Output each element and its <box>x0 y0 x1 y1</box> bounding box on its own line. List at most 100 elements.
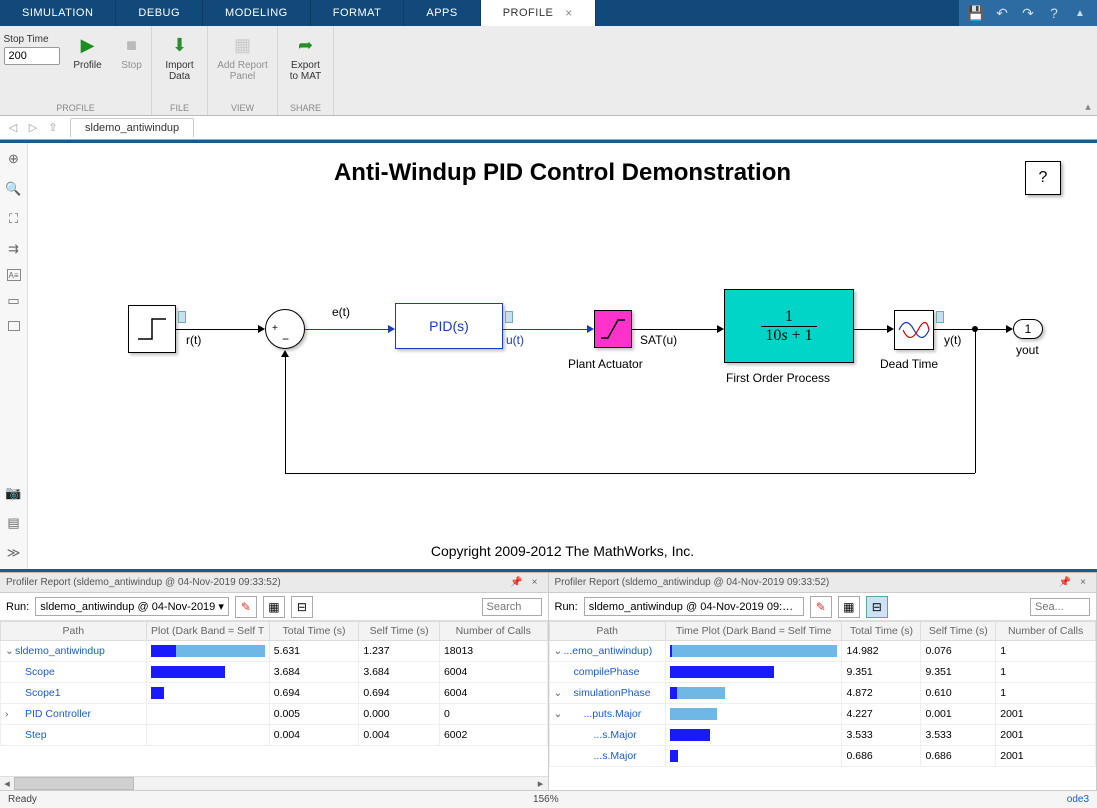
col-self[interactable]: Self Time (s) <box>359 622 440 641</box>
profiler-right-pane: Profiler Report (sldemo_antiwindup @ 04-… <box>549 573 1097 790</box>
import-data-button[interactable]: ⬇ Import Data <box>158 30 202 84</box>
table-row[interactable]: ⌄...emo_antiwindup)14.9820.0761 <box>549 641 1096 662</box>
profile-button[interactable]: ▶ Profile <box>66 30 110 73</box>
search-input[interactable] <box>482 598 542 616</box>
profiler-table-left[interactable]: Path Plot (Dark Band = Self T Total Time… <box>0 621 548 746</box>
status-solver[interactable]: ode3 <box>1067 794 1089 805</box>
model-tab[interactable]: sldemo_antiwindup <box>70 118 194 137</box>
col-calls[interactable]: Number of Calls <box>439 622 547 641</box>
sum-block[interactable]: + − <box>265 309 305 349</box>
delete-run-button[interactable]: ✎ <box>235 596 257 618</box>
dead-time-label: Dead Time <box>880 357 938 371</box>
close-icon[interactable]: × <box>1076 576 1090 590</box>
pid-block[interactable]: PID(s) <box>395 303 503 349</box>
nav-up-icon[interactable]: ⇧ <box>44 119 62 137</box>
port-marker <box>505 311 513 323</box>
table-row[interactable]: Step0.0040.0046002 <box>1 725 548 746</box>
zoom-icon[interactable]: 🔍 <box>4 179 24 199</box>
table-row[interactable]: ...s.Major3.5333.5332001 <box>549 725 1096 746</box>
tree-view-button[interactable]: ⊟ <box>291 596 313 618</box>
table-row[interactable]: ›PID Controller0.0050.0000 <box>1 704 548 725</box>
close-icon[interactable]: × <box>565 6 573 20</box>
minimize-ribbon-icon[interactable]: ▲ <box>1069 2 1091 24</box>
import-icon: ⬇ <box>167 32 193 58</box>
close-icon[interactable]: × <box>528 576 542 590</box>
expand-icon[interactable]: ≫ <box>4 543 24 563</box>
stop-time-label: Stop Time <box>4 34 60 45</box>
highlight-model-button[interactable]: ▦ <box>263 596 285 618</box>
col-total[interactable]: Total Time (s) <box>269 622 359 641</box>
annotation-icon[interactable]: A≡ <box>7 269 21 281</box>
screenshot-icon[interactable]: 📷 <box>4 483 24 503</box>
redo-icon[interactable]: ↷ <box>1017 2 1039 24</box>
port-marker <box>936 311 944 323</box>
delete-run-button[interactable]: ✎ <box>810 596 832 618</box>
property-icon[interactable]: ▤ <box>4 513 24 533</box>
pin-icon[interactable]: 📌 <box>510 576 524 590</box>
tab-simulation[interactable]: SIMULATION <box>0 0 116 26</box>
col-self[interactable]: Self Time (s) <box>921 622 996 641</box>
tree-view-button[interactable]: ⊟ <box>866 596 888 618</box>
col-path[interactable]: Path <box>549 622 665 641</box>
hide-browser-icon[interactable]: ⊕ <box>4 149 24 169</box>
highlight-model-button[interactable]: ▦ <box>838 596 860 618</box>
image-icon[interactable]: ▭ <box>4 291 24 311</box>
col-plot[interactable]: Time Plot (Dark Band = Self Time <box>665 622 842 641</box>
table-row[interactable]: ⌄simulationPhase4.8720.6101 <box>549 683 1096 704</box>
help-icon[interactable]: ? <box>1043 2 1065 24</box>
table-row[interactable]: Scope3.6843.6846004 <box>1 662 548 683</box>
table-row[interactable]: ⌄sldemo_antiwindup5.6311.23718013 <box>1 641 548 662</box>
outport-block[interactable]: 1 <box>1013 319 1043 339</box>
outport-label: yout <box>1016 343 1039 357</box>
play-icon: ▶ <box>75 32 101 58</box>
hscroll[interactable]: ◂▸ <box>0 776 548 790</box>
pin-icon[interactable]: 📌 <box>1058 576 1072 590</box>
table-row[interactable]: compilePhase9.3519.3511 <box>549 662 1096 683</box>
model-title: Anti-Windup PID Control Demonstration <box>28 159 1097 187</box>
canvas-toolbar: ⊕ 🔍 ⛶ ⇉ A≡ ▭ 📷 ▤ ≫ <box>0 143 28 569</box>
first-order-block[interactable]: 1 10s + 1 <box>724 289 854 363</box>
stop-time-input[interactable] <box>4 47 60 65</box>
area-icon[interactable] <box>8 321 20 331</box>
tab-apps[interactable]: APPS <box>404 0 480 26</box>
add-report-panel-button: ▦ Add Report Panel <box>211 30 274 84</box>
panel-icon: ▦ <box>230 32 256 58</box>
profiler-table-right[interactable]: Path Time Plot (Dark Band = Self Time To… <box>549 621 1097 767</box>
status-zoom[interactable]: 156% <box>533 794 559 805</box>
tab-format[interactable]: FORMAT <box>311 0 405 26</box>
table-row[interactable]: Scope10.6940.6946004 <box>1 683 548 704</box>
tab-profile[interactable]: PROFILE× <box>481 0 596 26</box>
model-help-box[interactable]: ? <box>1025 161 1061 195</box>
fit-icon[interactable]: ⛶ <box>4 209 24 229</box>
step-block[interactable] <box>128 305 176 353</box>
port-marker <box>178 311 186 323</box>
col-total[interactable]: Total Time (s) <box>842 622 921 641</box>
search-input[interactable] <box>1030 598 1090 616</box>
tab-modeling[interactable]: MODELING <box>203 0 311 26</box>
model-canvas[interactable]: Anti-Windup PID Control Demonstration ? … <box>28 143 1097 569</box>
tab-debug[interactable]: DEBUG <box>116 0 203 26</box>
nav-back-icon[interactable]: ◁ <box>4 119 22 137</box>
plant-actuator-label: Plant Actuator <box>568 357 643 371</box>
library-icon[interactable]: ⇉ <box>4 239 24 259</box>
table-row[interactable]: ...s.Major0.6860.6862001 <box>549 746 1096 767</box>
signal-et-label: e(t) <box>332 305 350 319</box>
saturation-block[interactable] <box>594 310 632 348</box>
delay-icon <box>897 313 931 347</box>
run-label: Run: <box>6 601 29 613</box>
step-icon <box>132 309 172 349</box>
nav-forward-icon[interactable]: ▷ <box>24 119 42 137</box>
run-selector[interactable]: sldemo_antiwindup @ 04-Nov-2019 ▾ <box>35 597 229 616</box>
stop-button: ■ Stop <box>110 30 154 73</box>
col-path[interactable]: Path <box>1 622 147 641</box>
table-row[interactable]: ⌄...puts.Major4.2270.0012001 <box>549 704 1096 725</box>
export-mat-button[interactable]: ➦ Export to MAT <box>284 30 328 84</box>
run-selector[interactable]: sldemo_antiwindup @ 04-Nov-2019 09:33:52… <box>584 597 804 616</box>
save-icon[interactable]: 💾 <box>965 2 987 24</box>
dead-time-block[interactable] <box>894 310 934 350</box>
collapse-ribbon-icon[interactable]: ▴ <box>1079 26 1097 115</box>
undo-icon[interactable]: ↶ <box>991 2 1013 24</box>
block-diagram: r(t) + − e(t) PID(s) u(t) <box>68 273 1057 513</box>
col-plot[interactable]: Plot (Dark Band = Self T <box>146 622 269 641</box>
col-calls[interactable]: Number of Calls <box>996 622 1096 641</box>
